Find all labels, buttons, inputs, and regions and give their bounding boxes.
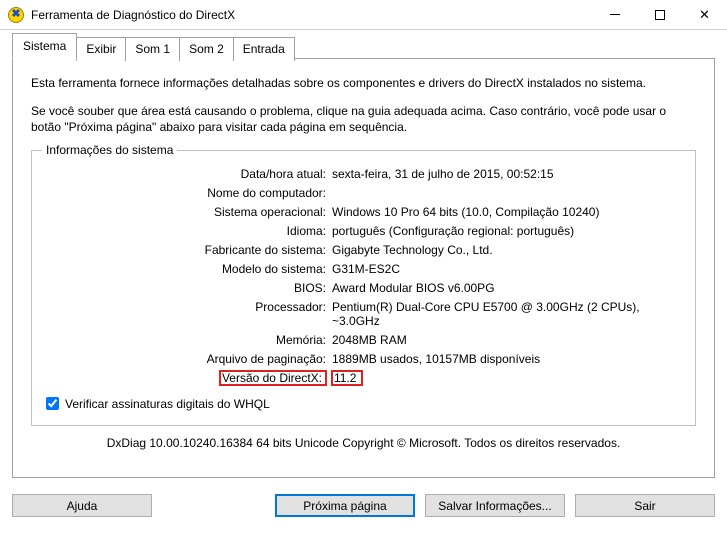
system-info-group: Informações do sistema Data/hora atual: … xyxy=(31,150,696,426)
value-computer-name xyxy=(332,186,681,200)
label-model: Modelo do sistema: xyxy=(46,262,326,276)
tab-som-1[interactable]: Som 1 xyxy=(125,37,180,61)
label-computer-name: Nome do computador: xyxy=(46,186,326,200)
label-processor: Processador: xyxy=(46,300,326,328)
value-processor: Pentium(R) Dual-Core CPU E5700 @ 3.00GHz… xyxy=(332,300,681,328)
close-button[interactable]: ✕ xyxy=(682,0,727,29)
intro-line-1: Esta ferramenta fornece informações deta… xyxy=(31,75,696,91)
next-page-button[interactable]: Próxima página xyxy=(275,494,415,517)
tab-exibir[interactable]: Exibir xyxy=(76,37,126,61)
window-title: Ferramenta de Diagnóstico do DirectX xyxy=(31,8,592,22)
value-language: português (Configuração regional: portug… xyxy=(332,224,681,238)
info-rows: Data/hora atual: sexta-feira, 31 de julh… xyxy=(46,167,681,385)
value-directx-version: 11.2 xyxy=(332,371,681,385)
minimize-icon xyxy=(610,14,620,15)
label-pagefile: Arquivo de paginação: xyxy=(46,352,326,366)
button-bar: Ajuda Próxima página Salvar Informações.… xyxy=(0,488,727,527)
value-datetime: sexta-feira, 31 de julho de 2015, 00:52:… xyxy=(332,167,681,181)
intro-line-2: Se você souber que área está causando o … xyxy=(31,103,696,135)
label-directx-version: Versão do DirectX: xyxy=(46,371,326,385)
value-memory: 2048MB RAM xyxy=(332,333,681,347)
tab-entrada[interactable]: Entrada xyxy=(233,37,295,61)
label-os: Sistema operacional: xyxy=(46,205,326,219)
tab-strip: Sistema Exibir Som 1 Som 2 Entrada xyxy=(12,35,715,59)
group-legend: Informações do sistema xyxy=(42,143,177,157)
tab-som-2[interactable]: Som 2 xyxy=(179,37,234,61)
save-info-button[interactable]: Salvar Informações... xyxy=(425,494,565,517)
whql-checkbox-label: Verificar assinaturas digitais do WHQL xyxy=(65,397,270,411)
tab-panel: Esta ferramenta fornece informações deta… xyxy=(12,58,715,478)
exit-button[interactable]: Sair xyxy=(575,494,715,517)
intro-text: Esta ferramenta fornece informações deta… xyxy=(31,75,696,136)
minimize-button[interactable] xyxy=(592,0,637,29)
dxdiag-icon: ✖ xyxy=(8,7,24,23)
title-bar: ✖ Ferramenta de Diagnóstico do DirectX ✕ xyxy=(0,0,727,30)
maximize-icon xyxy=(655,10,665,20)
value-manufacturer: Gigabyte Technology Co., Ltd. xyxy=(332,243,681,257)
value-os: Windows 10 Pro 64 bits (10.0, Compilação… xyxy=(332,205,681,219)
footer-copyright: DxDiag 10.00.10240.16384 64 bits Unicode… xyxy=(31,436,696,450)
window-controls: ✕ xyxy=(592,0,727,29)
value-pagefile: 1889MB usados, 10157MB disponíveis xyxy=(332,352,681,366)
close-icon: ✕ xyxy=(699,8,710,21)
label-language: Idioma: xyxy=(46,224,326,238)
maximize-button[interactable] xyxy=(637,0,682,29)
label-manufacturer: Fabricante do sistema: xyxy=(46,243,326,257)
value-bios: Award Modular BIOS v6.00PG xyxy=(332,281,681,295)
tab-sistema[interactable]: Sistema xyxy=(12,33,77,59)
label-datetime: Data/hora atual: xyxy=(46,167,326,181)
help-button[interactable]: Ajuda xyxy=(12,494,152,517)
client-area: Sistema Exibir Som 1 Som 2 Entrada Esta … xyxy=(0,30,727,488)
label-bios: BIOS: xyxy=(46,281,326,295)
whql-checkbox[interactable] xyxy=(46,397,59,410)
label-memory: Memória: xyxy=(46,333,326,347)
whql-checkbox-row[interactable]: Verificar assinaturas digitais do WHQL xyxy=(46,397,681,411)
value-model: G31M-ES2C xyxy=(332,262,681,276)
